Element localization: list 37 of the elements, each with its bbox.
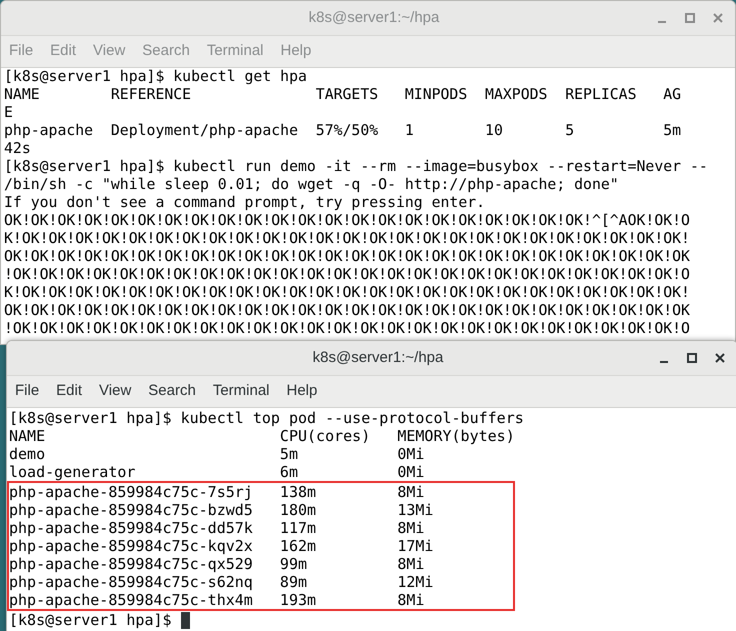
maximize-icon[interactable] bbox=[687, 353, 697, 363]
terminal-line: [k8s@server1 hpa]$ bbox=[9, 611, 172, 629]
terminal-line: K!OK!OK!OK!OK!OK!OK!OK!OK!OK!OK!OK!OK!OK!OK!OK!OK!OK!OK!OK!OK!OK!OK!OK!OK!OK! bbox=[4, 230, 690, 248]
terminal-line: [k8s@server1 hpa]$ kubectl top pod --use-protocol-buffers bbox=[9, 409, 524, 427]
terminal-line: php-apache Deployment/php-apache 57%/50% 1 10 5 5m bbox=[4, 122, 682, 140]
terminal-line: php-apache-859984c75c-s62nq 89m 12Mi bbox=[9, 573, 434, 591]
terminal-line: php-apache-859984c75c-qx529 99m 8Mi bbox=[9, 555, 424, 573]
terminal-line: php-apache-859984c75c-bzwd5 180m 13Mi bbox=[9, 501, 434, 519]
menu-item[interactable]: Help bbox=[280, 380, 324, 403]
window-title: k8s@server1:~/hpa bbox=[312, 348, 444, 368]
menu-item[interactable]: File bbox=[9, 380, 46, 403]
terminal-line: php-apache-859984c75c-kqv2x 162m 17Mi bbox=[9, 537, 434, 555]
menu-item[interactable]: Edit bbox=[50, 380, 88, 403]
terminal-line: E bbox=[4, 104, 13, 122]
terminal-line: php-apache-859984c75c-7s5rj 138m 8Mi bbox=[9, 483, 424, 501]
terminal-line: php-apache-859984c75c-dd57k 117m 8Mi bbox=[9, 519, 424, 537]
menu-item[interactable]: Terminal bbox=[206, 380, 276, 403]
terminal-line: !OK!OK!OK!OK!OK!OK!OK!OK!OK!OK!OK!OK!OK!OK!OK!OK!OK!OK!OK!OK!OK!OK!OK!OK!OK!O bbox=[4, 266, 690, 284]
terminal-line: OK!OK!OK!OK!OK!OK!OK!OK!OK!OK!OK!OK!OK!OK!OK!OK!OK!OK!OK!OK!OK!OK!^[^AOK!OK!O bbox=[4, 212, 690, 230]
terminal-line: OK!OK!OK!OK!OK!OK!OK!OK!OK!OK!OK!OK!OK!OK!OK!OK!OK!OK!OK!OK!OK!OK!OK!OK!OK!OK bbox=[4, 248, 690, 266]
terminal-line: NAME REFERENCE TARGETS MINPODS MAXPODS REPLICAS AG bbox=[4, 86, 682, 104]
terminal-line: /bin/sh -c "while sleep 0.01; do wget -q -O- http://php-apache; done" bbox=[4, 176, 619, 194]
terminal-line: [k8s@server1 hpa]$ kubectl run demo -it --rm --image=busybox --restart=Never -- bbox=[4, 158, 708, 176]
terminal-line: OK!OK!OK!OK!OK!OK!OK!OK!OK!OK!OK!OK!OK!OK!OK!OK!OK!OK!OK!OK!OK!OK!OK!OK!OK!OK bbox=[4, 302, 690, 320]
menu-item[interactable]: Search bbox=[142, 380, 202, 403]
window-title: k8s@server1:~/hpa bbox=[308, 8, 440, 28]
terminal-line: !OK!OK!OK!OK!OK!OK!OK!OK!OK!OK!OK!OK!OK!OK!OK!OK!OK!OK!OK!OK!OK!OK!OK!OK!OK!O bbox=[4, 320, 690, 338]
terminal-line: K!OK!OK!OK!OK!OK!OK!OK!OK!OK!OK!OK!OK!OK!OK!OK!OK!OK!OK!OK!OK!OK!OK!OK!OK!OK! bbox=[4, 284, 690, 302]
terminal-line: demo 5m 0Mi bbox=[9, 445, 424, 463]
terminal-line: NAME CPU(cores) MEMORY(bytes) bbox=[9, 427, 515, 445]
terminal-line: [k8s@server1 hpa]$ kubectl get hpa bbox=[4, 68, 307, 86]
menu-item[interactable]: View bbox=[93, 380, 138, 403]
terminal-line: php-apache-859984c75c-thx4m 193m 8Mi bbox=[9, 591, 424, 609]
terminal-line: load-generator 6m 0Mi bbox=[9, 463, 424, 481]
terminal-line: 42s bbox=[4, 140, 31, 158]
terminal-line: If you don't see a command prompt, try pressing enter. bbox=[4, 194, 486, 212]
close-icon[interactable] bbox=[715, 353, 725, 363]
